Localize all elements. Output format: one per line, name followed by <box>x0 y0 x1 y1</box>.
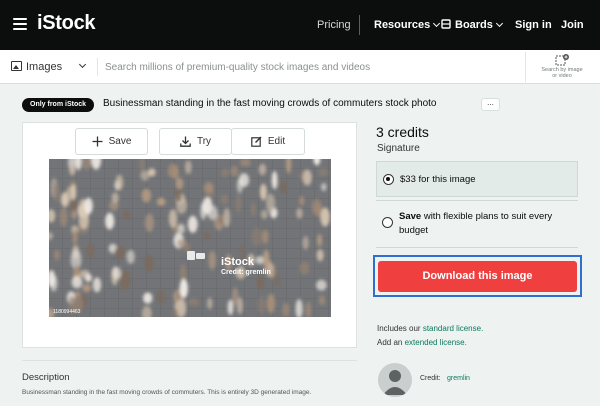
license-info: Includes our standard license. <box>377 324 483 333</box>
image-icon <box>11 61 22 71</box>
chevron-down-icon <box>495 19 503 28</box>
boards-icon <box>441 19 451 29</box>
save-button[interactable]: Save <box>75 128 148 155</box>
single-purchase-label: $33 for this image <box>400 174 476 185</box>
extended-license-info: Add an extended license. <box>377 338 467 347</box>
nav-boards-menu[interactable]: Boards <box>441 19 503 31</box>
sign-in-link[interactable]: Sign in <box>515 19 552 31</box>
nav-resources-label: Resources <box>374 19 431 31</box>
search-by-image-label-2: or video <box>552 73 572 79</box>
asset-title: Businessman standing in the fast moving … <box>103 98 437 109</box>
description-text: Businessman standing in the fast moving … <box>22 389 312 396</box>
watermark-credit: Credit: gremlin <box>221 269 271 276</box>
nav-divider <box>359 15 360 35</box>
save-label: Save <box>108 136 132 147</box>
edit-label: Edit <box>267 136 286 147</box>
contributor-link[interactable]: gremlin <box>447 375 470 382</box>
try-label: Try <box>196 136 212 147</box>
radio-selected[interactable] <box>383 174 394 185</box>
description-heading: Description <box>22 372 70 383</box>
more-options-button[interactable]: ... <box>481 98 500 111</box>
chevron-down-icon <box>433 19 441 28</box>
crowd-photo <box>49 159 331 317</box>
try-button[interactable]: Try <box>159 128 232 155</box>
search-bar: Images Search by image or video <box>0 50 600 84</box>
radio-unselected[interactable] <box>382 217 393 228</box>
download-icon <box>180 136 191 147</box>
standard-license-link[interactable]: standard license. <box>423 324 483 333</box>
divider <box>22 360 357 361</box>
hamburger-menu-icon[interactable] <box>13 18 27 30</box>
edit-button[interactable]: Edit <box>231 128 305 155</box>
license-prefix: Includes our <box>377 324 423 333</box>
download-button[interactable]: Download this image <box>378 261 577 292</box>
extended-prefix: Add an <box>377 338 405 347</box>
search-type-select[interactable]: Images <box>26 61 62 73</box>
search-divider <box>97 58 98 76</box>
camera-search-icon <box>555 54 569 66</box>
nav-resources-menu[interactable]: Resources <box>374 19 441 31</box>
image-id: 1180994463 <box>53 309 81 315</box>
preview-panel: Save Try Edit iStock Credit: gremlin 118… <box>22 122 357 348</box>
edit-icon <box>251 136 262 147</box>
search-by-image-button[interactable]: Search by image or video <box>534 53 590 79</box>
plan-option[interactable]: Save with flexible plans to suit every b… <box>376 200 578 248</box>
credit-label: Credit: <box>420 375 441 382</box>
exclusive-badge: Only from iStock <box>22 98 95 112</box>
nav-pricing-link[interactable]: Pricing <box>317 19 351 31</box>
search-input[interactable] <box>105 56 505 78</box>
single-purchase-option[interactable]: $33 for this image <box>376 161 578 197</box>
nav-boards-label: Boards <box>455 19 493 31</box>
extended-license-link[interactable]: extended license. <box>405 338 467 347</box>
plus-icon <box>92 136 103 147</box>
join-link[interactable]: Join <box>561 19 584 31</box>
plan-option-bold: Save <box>399 211 422 222</box>
stock-photo-preview[interactable]: iStock Credit: gremlin 1180994463 <box>49 159 331 317</box>
avatar[interactable] <box>378 363 412 397</box>
istock-logo[interactable]: iStock <box>37 12 96 35</box>
search-divider <box>525 52 526 82</box>
plan-option-rest: with flexible plans to suit every budget <box>399 211 553 236</box>
user-icon <box>383 370 407 395</box>
chevron-down-icon[interactable] <box>78 60 87 69</box>
credits-price: 3 credits <box>376 124 429 140</box>
collection-tier: Signature <box>377 143 420 154</box>
watermark-logo: iStock <box>221 256 255 268</box>
top-nav: iStock Pricing Resources Boards Sign in … <box>0 0 600 50</box>
plan-option-label: Save with flexible plans to suit every b… <box>399 210 571 238</box>
